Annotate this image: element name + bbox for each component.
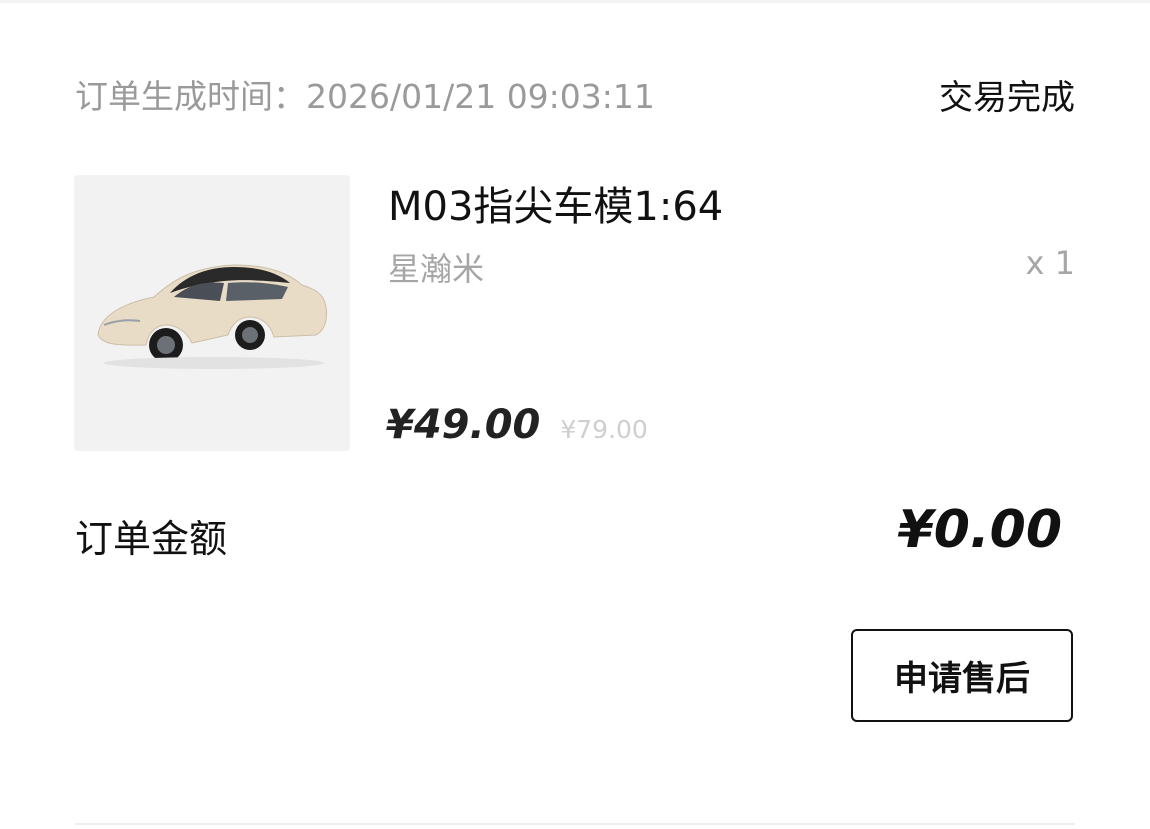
top-divider [0, 0, 1150, 3]
car-model-icon [97, 264, 327, 369]
order-header: 订单生成时间：2026/01/21 09:03:11 交易完成 [75, 70, 1075, 118]
order-time-value: 2026/01/21 09:03:11 [306, 77, 655, 116]
price-current: ¥49.00 [386, 402, 541, 448]
order-total-label: 订单金额 [75, 517, 228, 561]
product-brand: 星瀚米 [388, 250, 485, 288]
price-original: ¥79.00 [560, 415, 648, 444]
product-image[interactable] [74, 175, 350, 451]
order-total-value: ¥0.00 [897, 500, 1062, 560]
order-card: 订单生成时间：2026/01/21 09:03:11 交易完成 M03指尖车模1… [0, 0, 1150, 829]
order-time: 订单生成时间：2026/01/21 09:03:11 [75, 70, 655, 118]
after-sale-button[interactable]: 申请售后 [851, 629, 1073, 722]
product-name[interactable]: M03指尖车模1:64 [388, 174, 723, 232]
product-quantity: x 1 [1025, 244, 1075, 282]
order-time-label: 订单生成时间： [75, 77, 306, 116]
bottom-divider [75, 823, 1075, 825]
price-row: ¥49.00 ¥79.00 [386, 402, 648, 448]
order-status: 交易完成 [939, 77, 1075, 118]
